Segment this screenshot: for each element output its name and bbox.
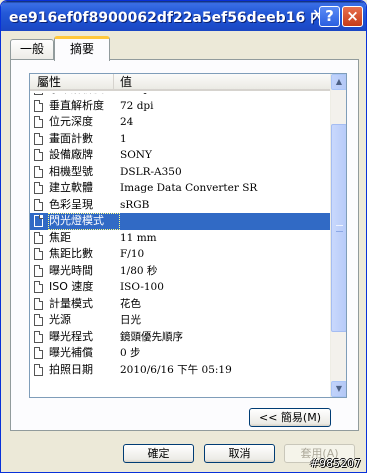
property-icon (34, 198, 43, 211)
property-name: 設備廠牌 (49, 148, 93, 161)
cancel-button[interactable]: 取消 (204, 444, 275, 463)
list-item[interactable]: 光源 日光 (30, 312, 330, 329)
property-icon (34, 347, 43, 359)
list-rows: 水平解析度72 dpi垂直解析度72 dpi位元深度24畫面計數1設備廠牌SON… (30, 93, 330, 397)
property-name: 計量模式 (49, 296, 93, 310)
tab-summary[interactable]: 摘要 (54, 36, 110, 61)
property-icon (34, 215, 43, 227)
list-item[interactable]: 曝光補償 0 步 (30, 345, 330, 362)
list-item[interactable]: 計量模式 花色 (30, 296, 330, 313)
property-value: F/10 (120, 248, 145, 260)
property-name: 閃光燈模式 (48, 213, 120, 230)
property-value: DSLR-A350 (120, 165, 182, 178)
property-value: SONY (120, 149, 152, 161)
scroll-down-button[interactable]: ▼ (331, 381, 346, 397)
property-list[interactable]: 屬性 值 水平解析度72 dpi垂直解析度72 dpi位元深度24畫面計數1設備… (29, 73, 347, 398)
list-item[interactable]: 畫面計數 1 (30, 131, 330, 148)
property-name: ISO 速度 (49, 280, 94, 293)
list-item[interactable]: 建立軟體 Image Data Converter SR (30, 180, 330, 197)
list-item[interactable]: 焦距 11 mm (30, 230, 330, 247)
close-button[interactable]: × (342, 6, 363, 27)
scroll-thumb[interactable] (331, 124, 346, 332)
property-name: 色彩呈現 (49, 197, 93, 211)
property-icon (34, 165, 43, 178)
list-item[interactable]: 位元深度 24 (30, 114, 330, 131)
property-icon (34, 248, 43, 260)
list-item[interactable]: 設備廠牌 SONY (30, 147, 330, 164)
list-item[interactable]: 曝光程式 鏡頭優先順序 (30, 329, 330, 346)
property-name: 位元深度 (49, 115, 93, 128)
property-name: 建立軟體 (49, 181, 93, 194)
property-value: 日光 (120, 314, 141, 326)
watermark: #985207 (309, 457, 361, 470)
property-icon (34, 182, 43, 194)
properties-dialog: ee916ef0f8900062df22a5ef56deeb16 內容 ? × … (0, 0, 367, 473)
property-icon (34, 363, 43, 376)
property-value: 0 步 (120, 347, 141, 359)
property-icon (34, 132, 43, 145)
property-value: ISO-100 (120, 281, 164, 293)
property-name: 焦距 (49, 230, 71, 244)
list-item[interactable]: 拍照日期 2010/6/16 下午 05:19 (30, 362, 330, 379)
list-item[interactable]: ISO 速度 ISO-100 (30, 279, 330, 296)
property-icon (34, 297, 43, 310)
property-name: 拍照日期 (49, 362, 93, 376)
property-icon (34, 264, 43, 277)
column-header-value[interactable]: 值 (114, 74, 330, 91)
list-item[interactable]: 垂直解析度 72 dpi (30, 98, 330, 115)
window-title: ee916ef0f8900062df22a5ef56deeb16 內容 (9, 10, 339, 26)
property-name: 曝光時間 (49, 263, 93, 277)
property-icon (34, 231, 43, 244)
property-name: 曝光補償 (49, 346, 93, 359)
property-icon (34, 116, 43, 128)
list-item[interactable]: 曝光時間 1/80 秒 (30, 263, 330, 280)
property-icon (34, 281, 43, 293)
property-value: 鏡頭優先順序 (120, 330, 183, 343)
property-value: 72 dpi (120, 99, 154, 112)
property-name: 垂直解析度 (49, 98, 104, 112)
property-value: 1 (120, 132, 127, 145)
property-icon (34, 314, 43, 326)
property-value: Image Data Converter SR (120, 182, 258, 194)
property-name: 畫面計數 (49, 131, 93, 145)
list-item[interactable]: 閃光燈模式 (30, 213, 330, 230)
property-name: 曝光程式 (49, 329, 93, 343)
property-icon (34, 99, 43, 112)
property-name: 光源 (49, 313, 71, 326)
scroll-up-button[interactable]: ▲ (331, 74, 346, 90)
ok-button[interactable]: 確定 (123, 444, 194, 463)
tab-general[interactable]: 一般 (10, 39, 54, 60)
property-value: 24 (120, 116, 134, 128)
property-icon (34, 149, 43, 161)
list-item[interactable]: 色彩呈現 sRGB (30, 197, 330, 214)
list-item[interactable]: 焦距比數 F/10 (30, 246, 330, 263)
property-icon (34, 330, 43, 343)
property-name: 焦距比數 (49, 247, 93, 260)
property-value: 1/80 秒 (120, 264, 158, 277)
vertical-scrollbar[interactable]: ▲ ▼ (330, 74, 346, 397)
property-icon (34, 93, 43, 95)
property-value: 2010/6/16 下午 05:19 (120, 363, 232, 376)
property-value: 11 mm (120, 231, 157, 244)
list-header: 屬性 值 (30, 74, 330, 91)
list-item[interactable]: 相機型號 DSLR-A350 (30, 164, 330, 181)
simple-view-button[interactable]: << 簡易(M) (249, 408, 331, 427)
title-bar[interactable]: ee916ef0f8900062df22a5ef56deeb16 內容 ? × (1, 1, 366, 31)
column-header-property[interactable]: 屬性 (30, 74, 114, 91)
property-value: sRGB (120, 198, 150, 211)
property-name: 相機型號 (49, 164, 93, 178)
grip-icon (336, 225, 343, 232)
help-button[interactable]: ? (319, 6, 340, 27)
property-value: 花色 (120, 297, 141, 310)
